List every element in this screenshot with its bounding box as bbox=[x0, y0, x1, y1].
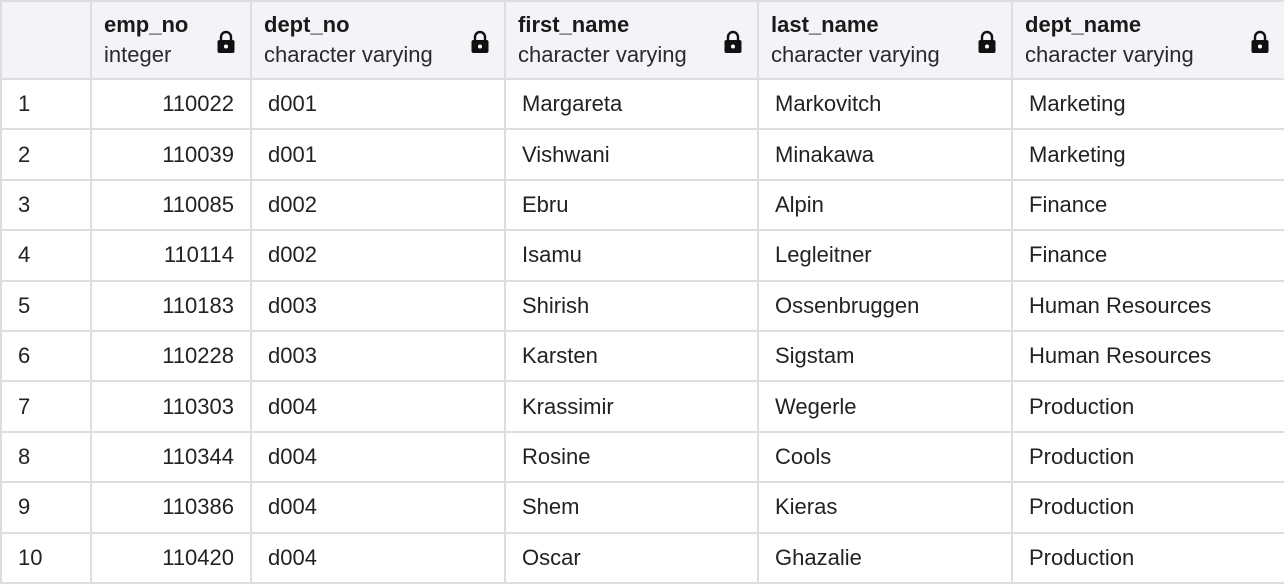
column-header-last-name[interactable]: last_name character varying bbox=[757, 0, 1013, 80]
table-row[interactable]: 10 110420 d004 Oscar Ghazalie Production bbox=[0, 531, 1284, 584]
column-type: character varying bbox=[264, 42, 433, 67]
cell-dept-no[interactable]: d002 bbox=[250, 229, 506, 282]
cell-emp-no[interactable]: 110344 bbox=[90, 430, 252, 484]
cell-dept-no[interactable]: d004 bbox=[250, 380, 506, 433]
cell-dept-name[interactable]: Finance bbox=[1011, 229, 1284, 282]
cell-emp-no[interactable]: 110386 bbox=[90, 481, 252, 534]
column-header-emp-no[interactable]: emp_no integer bbox=[90, 0, 252, 80]
cell-first-name[interactable]: Krassimir bbox=[504, 380, 759, 433]
cell-emp-no[interactable]: 110114 bbox=[90, 229, 252, 282]
cell-first-name[interactable]: Rosine bbox=[504, 430, 759, 484]
table-row[interactable]: 5 110183 d003 Shirish Ossenbruggen Human… bbox=[0, 279, 1284, 332]
column-header-first-name[interactable]: first_name character varying bbox=[504, 0, 759, 80]
results-grid: emp_no integer dept_no character varying bbox=[0, 0, 1284, 584]
cell-dept-no[interactable]: d002 bbox=[250, 178, 506, 232]
row-number[interactable]: 3 bbox=[0, 178, 92, 232]
cell-dept-name[interactable]: Human Resources bbox=[1011, 279, 1284, 332]
lock-icon bbox=[724, 30, 742, 53]
lock-icon bbox=[217, 30, 235, 53]
cell-dept-name[interactable]: Production bbox=[1011, 380, 1284, 433]
cell-emp-no[interactable]: 110039 bbox=[90, 128, 252, 181]
row-number[interactable]: 8 bbox=[0, 430, 92, 484]
cell-emp-no[interactable]: 110022 bbox=[90, 77, 252, 131]
row-number[interactable]: 7 bbox=[0, 380, 92, 433]
column-header-dept-name[interactable]: dept_name character varying bbox=[1011, 0, 1284, 80]
cell-dept-no[interactable]: d004 bbox=[250, 430, 506, 484]
cell-dept-no[interactable]: d004 bbox=[250, 481, 506, 534]
table-row[interactable]: 9 110386 d004 Shem Kieras Production bbox=[0, 481, 1284, 534]
cell-last-name[interactable]: Legleitner bbox=[757, 229, 1013, 282]
row-number[interactable]: 10 bbox=[0, 531, 92, 584]
column-type: character varying bbox=[771, 42, 940, 67]
cell-last-name[interactable]: Sigstam bbox=[757, 329, 1013, 383]
row-number[interactable]: 5 bbox=[0, 279, 92, 332]
cell-dept-name[interactable]: Production bbox=[1011, 481, 1284, 534]
lock-icon bbox=[1251, 30, 1269, 53]
cell-emp-no[interactable]: 110420 bbox=[90, 531, 252, 584]
cell-last-name[interactable]: Ghazalie bbox=[757, 531, 1013, 584]
table-row[interactable]: 3 110085 d002 Ebru Alpin Finance bbox=[0, 178, 1284, 232]
cell-first-name[interactable]: Margareta bbox=[504, 77, 759, 131]
lock-icon bbox=[471, 30, 489, 53]
cell-last-name[interactable]: Ossenbruggen bbox=[757, 279, 1013, 332]
cell-first-name[interactable]: Ebru bbox=[504, 178, 759, 232]
table-row[interactable]: 6 110228 d003 Karsten Sigstam Human Reso… bbox=[0, 329, 1284, 383]
column-type: character varying bbox=[1025, 42, 1194, 67]
cell-dept-name[interactable]: Marketing bbox=[1011, 128, 1284, 181]
cell-first-name[interactable]: Shem bbox=[504, 481, 759, 534]
row-number[interactable]: 4 bbox=[0, 229, 92, 282]
table-row[interactable]: 7 110303 d004 Krassimir Wegerle Producti… bbox=[0, 380, 1284, 433]
cell-last-name[interactable]: Kieras bbox=[757, 481, 1013, 534]
cell-first-name[interactable]: Isamu bbox=[504, 229, 759, 282]
cell-last-name[interactable]: Minakawa bbox=[757, 128, 1013, 181]
cell-dept-no[interactable]: d004 bbox=[250, 531, 506, 584]
cell-dept-no[interactable]: d001 bbox=[250, 128, 506, 181]
cell-first-name[interactable]: Vishwani bbox=[504, 128, 759, 181]
column-name: last_name bbox=[771, 12, 879, 37]
cell-dept-no[interactable]: d003 bbox=[250, 329, 506, 383]
cell-dept-name[interactable]: Production bbox=[1011, 531, 1284, 584]
table-row[interactable]: 1 110022 d001 Margareta Markovitch Marke… bbox=[0, 77, 1284, 131]
cell-emp-no[interactable]: 110085 bbox=[90, 178, 252, 232]
column-header-dept-no[interactable]: dept_no character varying bbox=[250, 0, 506, 80]
row-number[interactable]: 1 bbox=[0, 77, 92, 131]
header-row: emp_no integer dept_no character varying bbox=[0, 0, 1284, 80]
table-row[interactable]: 2 110039 d001 Vishwani Minakawa Marketin… bbox=[0, 128, 1284, 181]
cell-last-name[interactable]: Wegerle bbox=[757, 380, 1013, 433]
column-name: first_name bbox=[518, 12, 630, 37]
cell-first-name[interactable]: Oscar bbox=[504, 531, 759, 584]
column-name: dept_no bbox=[264, 12, 350, 37]
cell-dept-name[interactable]: Production bbox=[1011, 430, 1284, 484]
row-number-header[interactable] bbox=[0, 0, 92, 80]
cell-last-name[interactable]: Alpin bbox=[757, 178, 1013, 232]
cell-dept-no[interactable]: d001 bbox=[250, 77, 506, 131]
cell-dept-name[interactable]: Marketing bbox=[1011, 77, 1284, 131]
row-number[interactable]: 9 bbox=[0, 481, 92, 534]
cell-emp-no[interactable]: 110228 bbox=[90, 329, 252, 383]
row-number[interactable]: 2 bbox=[0, 128, 92, 181]
table-row[interactable]: 4 110114 d002 Isamu Legleitner Finance bbox=[0, 229, 1284, 282]
cell-first-name[interactable]: Shirish bbox=[504, 279, 759, 332]
cell-last-name[interactable]: Markovitch bbox=[757, 77, 1013, 131]
cell-first-name[interactable]: Karsten bbox=[504, 329, 759, 383]
cell-dept-name[interactable]: Human Resources bbox=[1011, 329, 1284, 383]
cell-last-name[interactable]: Cools bbox=[757, 430, 1013, 484]
row-number[interactable]: 6 bbox=[0, 329, 92, 383]
cell-emp-no[interactable]: 110303 bbox=[90, 380, 252, 433]
lock-icon bbox=[978, 30, 996, 53]
cell-dept-no[interactable]: d003 bbox=[250, 279, 506, 332]
cell-dept-name[interactable]: Finance bbox=[1011, 178, 1284, 232]
column-name: dept_name bbox=[1025, 12, 1142, 37]
cell-emp-no[interactable]: 110183 bbox=[90, 279, 252, 332]
column-type: character varying bbox=[518, 42, 687, 67]
table-row[interactable]: 8 110344 d004 Rosine Cools Production bbox=[0, 430, 1284, 484]
